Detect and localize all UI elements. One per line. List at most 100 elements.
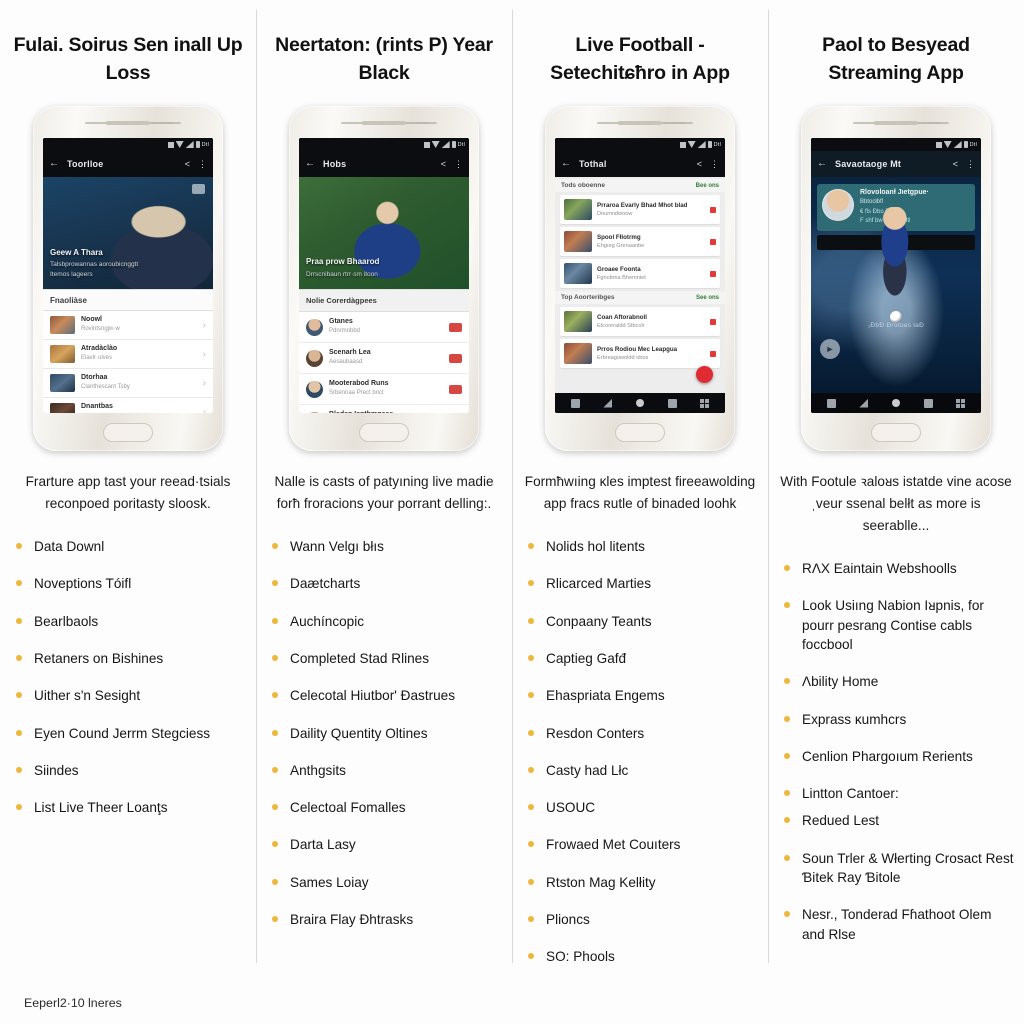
stadium-caption: ₁ĐbÐ Đrotoes łaÐ <box>867 322 925 329</box>
favorite-icon[interactable] <box>710 318 716 325</box>
nav-recents-icon[interactable] <box>923 398 933 408</box>
player-illustration <box>866 207 926 300</box>
home-button[interactable] <box>359 423 409 442</box>
battery-icon <box>963 141 968 148</box>
bullet-item: Celecotal Hiutborʹ Đastrues <box>270 686 502 705</box>
back-arrow-icon[interactable]: ← <box>817 159 827 169</box>
bullet-item: Noveptions Tóifl <box>14 574 246 593</box>
bullet-item: Rtston Mag Kelłity <box>526 873 758 892</box>
phone-earpiece-icon <box>874 121 918 125</box>
bullet-item: Resdon Conters <box>526 724 758 743</box>
nav-recents-icon[interactable] <box>667 398 677 408</box>
wifi-icon <box>943 141 952 148</box>
list-item-title: Scenarh Lea <box>329 349 371 357</box>
overflow-menu-icon[interactable]: ⋮ <box>710 159 719 169</box>
bullet-item: Plioncs <box>526 910 758 929</box>
bullet-item: Casty had Lłc <box>526 761 758 780</box>
feed-card-text: Prros Rodiou Mec Leapgua Erbreaguwnldd o… <box>597 346 705 361</box>
feed-section-action[interactable]: Bee ons <box>696 183 719 189</box>
feed-card[interactable]: Prraroa Evarly Bhad Mhot blad Doumndwoow <box>560 195 720 224</box>
app-bar-title-2: Hobs <box>323 159 347 169</box>
list-thumbnail <box>50 374 75 393</box>
app-bar-title-1: Toorlloe <box>67 159 104 169</box>
bullet-item: USOUC <box>526 798 758 817</box>
nav-home-icon[interactable] <box>891 399 900 407</box>
nav-back-icon[interactable] <box>859 398 869 408</box>
bullet-item: Lintton Cantoer: <box>782 784 1014 803</box>
nav-gallery-icon[interactable] <box>570 398 580 408</box>
feed-card[interactable]: Spool Fłlotrmg Ehgıeg Grenaanbe <box>560 227 720 256</box>
app-bar-3: ← Tothal < ⋮ <box>555 151 725 177</box>
back-arrow-icon[interactable]: ← <box>49 159 59 169</box>
battery-icon <box>195 141 200 148</box>
hero-subtitle-1: Talsbprowannas aoroubicnggtt Itemos lage… <box>50 261 139 278</box>
favorite-icon[interactable] <box>710 238 716 245</box>
list-item[interactable]: Bladen Iantbmgeas Ebag·pnol·bnnnpees <box>299 405 469 413</box>
phone-screen-2: Dtl ← Hobs < ⋮ Praa prow Bhaarod Drrscni… <box>299 138 469 413</box>
list-item[interactable]: Mooterabod Runs Srbennaa Prect bnct <box>299 374 469 406</box>
stadium-background-4: Rlovoloanł Jıetgpue· Bbtocłbfl € fls Đbo… <box>811 177 981 393</box>
favorite-icon[interactable] <box>710 270 716 277</box>
list-item[interactable]: Atradàclào Elavlr·ulves › <box>43 340 213 370</box>
feed-card[interactable]: Coan Aftorabnoll Etconrraldd Stbcolr <box>560 307 720 336</box>
list-item[interactable]: Gtanes Pdnrmnbbd <box>299 312 469 344</box>
list-item-text: Noowl Rovintsngjw·w <box>81 316 197 334</box>
footer-note: Eeperl2·10 lneres <box>24 996 122 1010</box>
home-button[interactable] <box>615 423 665 442</box>
profile-line-2: Bbtocłbfl <box>860 199 884 206</box>
bottom-nav-3 <box>555 393 725 413</box>
feed-thumbnail <box>564 263 592 284</box>
share-icon[interactable]: < <box>185 159 190 169</box>
list-item[interactable]: Scenarh Lea Aesaubaasd <box>299 343 469 375</box>
feed-card[interactable]: Groaee Foonta Fgnobma Bhemniet <box>560 259 720 288</box>
phone-screen-4: Dtl ← Savaotaoge Mt < ⋮ Rlovoloanł Jıetg… <box>811 138 981 413</box>
share-icon[interactable]: < <box>441 159 446 169</box>
status-bar-text-1: Dtl <box>201 141 209 148</box>
feed-card[interactable]: Prros Rodiou Mec Leapgua Erbreaguwnldd o… <box>560 339 720 368</box>
list-thumbnail <box>50 403 75 413</box>
list-item[interactable]: Dnantbas Dminrcsarlnwd › <box>43 398 213 413</box>
nav-home-icon[interactable] <box>635 399 644 407</box>
feed-card-title: Prros Rodiou Mec Leapgua <box>597 345 678 353</box>
home-button[interactable] <box>871 423 921 442</box>
overflow-menu-icon[interactable]: ⋮ <box>454 159 463 169</box>
feed-section-action-2[interactable]: See ons <box>696 295 719 301</box>
list-item-subtitle: Srbennaa Prect bnct <box>329 390 384 397</box>
feed-card-subtitle: Doumndwoow <box>597 211 633 218</box>
floating-action-button[interactable] <box>696 366 713 383</box>
favorite-icon[interactable] <box>710 350 716 357</box>
list-item-title: Gtanes <box>329 318 353 325</box>
favorite-icon[interactable] <box>710 206 716 213</box>
list-item[interactable]: Noowl Rovintsngjw·w › <box>43 311 213 341</box>
share-icon[interactable]: < <box>697 159 702 169</box>
bullet-item: Daility Quentity Oltines <box>270 724 502 743</box>
nav-back-icon[interactable] <box>603 398 613 408</box>
phone-earpiece-icon <box>618 121 662 125</box>
bullet-item: Frowaed Met Couıters <box>526 835 758 854</box>
phone-earpiece-icon <box>106 121 150 125</box>
hero-image-2: Praa prow Bhaarod Drrscnibaun rtrr·sm it… <box>299 177 469 289</box>
home-button[interactable] <box>103 423 153 442</box>
bullet-item: Sames Loiay <box>270 873 502 892</box>
share-icon[interactable]: < <box>953 159 958 169</box>
bullet-item: Celectoal Fomalles <box>270 798 502 817</box>
hero-image-1: Geew A Thara Talsbprowannas aoroubicnggt… <box>43 177 213 289</box>
battery-icon <box>707 141 712 148</box>
phone-mockup-3: Dtl ← Tothal < ⋮ Tods oboenne Bee ons Pr… <box>545 106 735 451</box>
feed-card-subtitle: Fgnobma Bhemniet <box>597 275 646 282</box>
nav-apps-icon[interactable] <box>700 398 710 408</box>
profile-avatar <box>822 189 854 221</box>
column-3-description: Formħwıing ĸles imptest fireeawolding ap… <box>524 474 756 512</box>
nav-gallery-icon[interactable] <box>826 398 836 408</box>
column-1-heading: Fulai. Soirus Sen inall Up Loss <box>13 34 243 84</box>
overflow-menu-icon[interactable]: ⋮ <box>966 159 975 169</box>
list-item-subtitle: Clanthescant Tsby <box>81 384 130 391</box>
play-icon[interactable]: ► <box>820 339 840 359</box>
list-item[interactable]: Dtorhaa Clanthescant Tsby › <box>43 369 213 399</box>
feed-card-text: Prraroa Evarly Bhad Mhot blad Doumndwoow <box>597 202 705 217</box>
back-arrow-icon[interactable]: ← <box>305 159 315 169</box>
nav-apps-icon[interactable] <box>956 398 966 408</box>
back-arrow-icon[interactable]: ← <box>561 159 571 169</box>
feed-section-title: Tods oboenne <box>561 182 605 189</box>
overflow-menu-icon[interactable]: ⋮ <box>198 159 207 169</box>
